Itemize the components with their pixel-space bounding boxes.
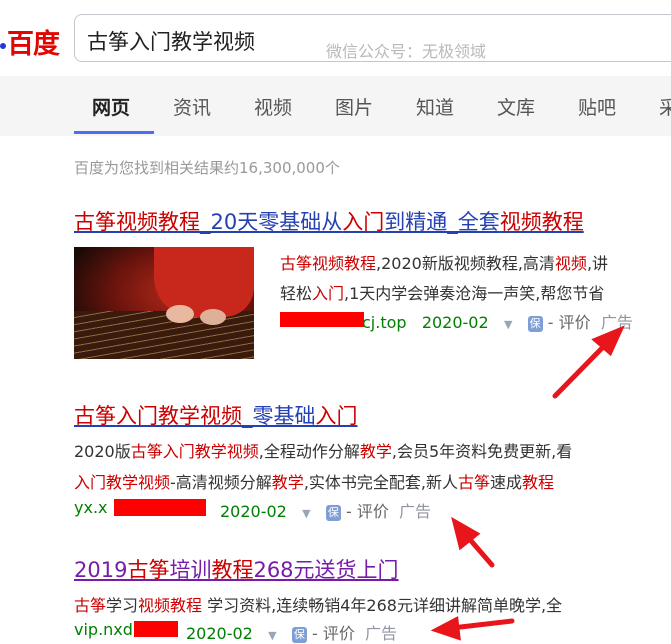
result-meta: vip.nxd (74, 620, 133, 639)
ad-label: 广告 (600, 313, 633, 332)
redaction-mark (134, 621, 178, 637)
search-input[interactable]: 古筝入门教学视频 (87, 26, 255, 56)
tab-web[interactable]: 网页 (92, 93, 130, 120)
annotation-arrow-head (591, 325, 625, 357)
redaction-mark (280, 312, 364, 327)
result-url[interactable]: cj.top (362, 313, 407, 332)
result-snippet: 入门教学视频-高清视频分解教学,实体书完全配套,新人古筝速成教程 (74, 473, 555, 492)
result-snippet: 古筝学习视频教程 学习资料,连续畅销4年268元详细讲解简单晚学,全 (74, 596, 563, 615)
result-meta: 2020-02 ▼ 保 - 评价 广告 (186, 624, 398, 643)
baidu-logo[interactable]: 百度 (0, 22, 60, 61)
result-snippet: 古筝视频教程,2020新版视频教程,高清视频,讲 (280, 254, 609, 273)
result-meta: cj.top 2020-02 ▼ 保 - 评价 广告 (362, 313, 633, 332)
result-date: 2020-02 (220, 502, 287, 521)
result-snippet: 2020版古筝入门教学视频,全程动作分解教学,会员5年资料免费更新,看 (74, 442, 573, 461)
ad-label: 广告 (365, 624, 398, 643)
dropdown-arrow-icon[interactable]: ▼ (302, 507, 310, 520)
guarantee-icon[interactable]: 保 (527, 315, 543, 332)
result-meta: 2020-02 ▼ 保 - 评价 广告 (220, 502, 432, 521)
redaction-mark (114, 499, 206, 516)
result-date: 2020-02 (421, 313, 489, 332)
result-count: 百度为您找到相关结果约16,300,000个 (74, 159, 340, 177)
review-link[interactable]: 评价 (559, 313, 591, 332)
result-snippet: 轻松入门,1天内学会弹奏沧海一声笑,帮您节省 (280, 284, 605, 303)
result-url[interactable]: vip.nxd (74, 620, 133, 639)
tab-images[interactable]: 图片 (335, 93, 373, 120)
result-date: 2020-02 (186, 624, 253, 643)
dropdown-arrow-icon[interactable]: ▼ (504, 318, 512, 331)
annotation-arrow-head (451, 516, 481, 551)
result-url[interactable]: yx.x (74, 498, 108, 517)
result-title[interactable]: 古筝视频教程_20天零基础从入门到精通_全套视频教程 (74, 206, 584, 236)
tab-wenku[interactable]: 文库 (497, 93, 535, 120)
tab-tieba[interactable]: 贴吧 (578, 93, 616, 120)
result-title[interactable]: 2019古筝培训教程268元送货上门 (74, 554, 399, 584)
active-tab-indicator (74, 131, 154, 134)
paw-icon (0, 42, 6, 49)
guarantee-icon[interactable]: 保 (291, 626, 307, 643)
review-link[interactable]: 评价 (323, 624, 355, 643)
annotation-arrow (552, 339, 611, 399)
review-link[interactable]: 评价 (357, 502, 389, 521)
tab-video[interactable]: 视频 (254, 93, 292, 120)
result-thumbnail[interactable] (74, 247, 254, 359)
annotation-arrow-head (430, 616, 461, 641)
tab-more[interactable]: 采 (659, 93, 671, 120)
dropdown-arrow-icon[interactable]: ▼ (268, 629, 276, 642)
result-meta: yx.x (74, 498, 108, 517)
result-title[interactable]: 古筝入门教学视频_零基础入门 (74, 400, 358, 430)
ad-label: 广告 (399, 502, 432, 521)
tab-zhidao[interactable]: 知道 (416, 93, 454, 120)
guarantee-icon[interactable]: 保 (325, 504, 341, 521)
watermark: 微信公众号：无极领域 (326, 42, 487, 61)
annotation-arrow (463, 532, 495, 568)
tab-news[interactable]: 资讯 (173, 93, 211, 120)
annotation-arrow (449, 618, 515, 631)
